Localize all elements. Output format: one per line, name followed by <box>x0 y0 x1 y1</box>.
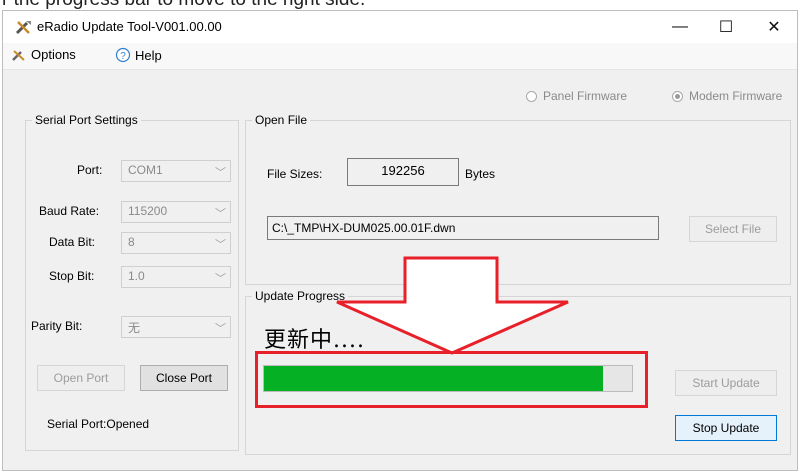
update-status-text: 更新中.... <box>264 328 365 353</box>
annotation-highlight-box <box>255 351 648 408</box>
